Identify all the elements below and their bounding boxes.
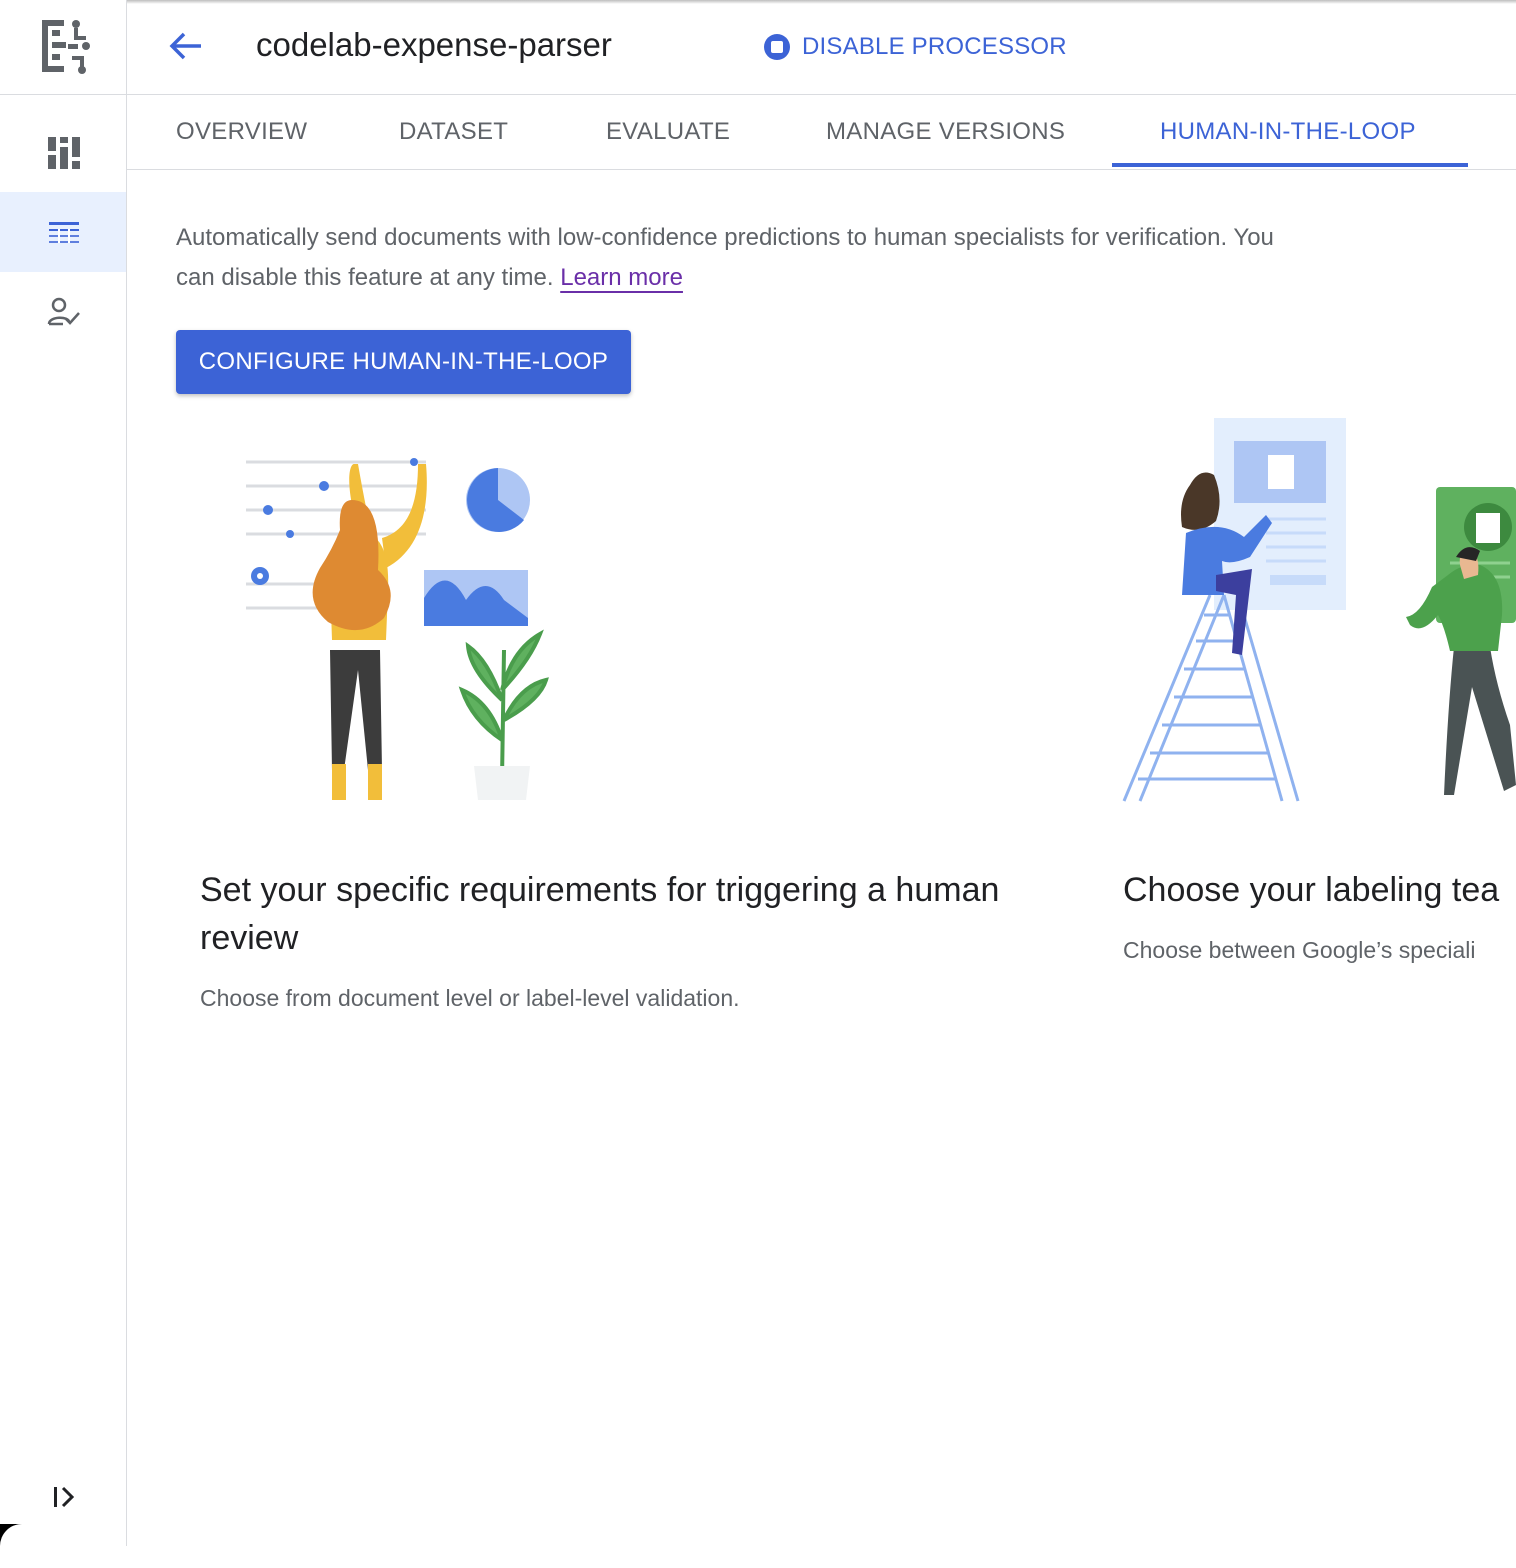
page-header: codelab-expense-parser DISABLE PROCESSOR: [127, 0, 1516, 95]
rail-item-dashboard[interactable]: [0, 112, 126, 192]
description-text: Automatically send documents with low-co…: [176, 224, 1274, 291]
requirements-illustration: [246, 458, 549, 800]
tab-human-in-the-loop[interactable]: HUMAN-IN-THE-LOOP: [1160, 95, 1416, 169]
rail-header: [0, 0, 126, 95]
disable-processor-label: DISABLE PROCESSOR: [802, 33, 1067, 60]
window-corner: [0, 1524, 44, 1568]
active-tab-indicator: [1112, 163, 1468, 167]
learn-more-link[interactable]: Learn more: [560, 264, 683, 291]
dashboard-icon: [48, 137, 80, 169]
disable-processor-button[interactable]: DISABLE PROCESSOR: [762, 30, 1067, 64]
card-subtitle-requirements: Choose from document level or label-leve…: [200, 985, 740, 1011]
tab-manage-versions[interactable]: MANAGE VERSIONS: [826, 95, 1065, 169]
left-nav-rail: [0, 0, 127, 1546]
labeling-team-illustration: [1122, 418, 1516, 802]
rail-item-reviewers[interactable]: [0, 272, 126, 352]
arrow-back-icon[interactable]: [165, 26, 205, 66]
expand-rail-icon[interactable]: [51, 1484, 79, 1510]
stop-circle-icon: [764, 34, 790, 60]
configure-hitl-button[interactable]: CONFIGURE HUMAN-IN-THE-LOOP: [176, 330, 631, 394]
hitl-description: Automatically send documents with low-co…: [176, 218, 1276, 298]
page-title: codelab-expense-parser: [256, 26, 612, 63]
rail-item-table[interactable]: [0, 192, 126, 272]
person-check-icon: [47, 297, 80, 326]
tab-evaluate[interactable]: EVALUATE: [606, 95, 730, 169]
tab-dataset[interactable]: DATASET: [399, 95, 508, 169]
card-subtitle-labeling-team: Choose between Google’s speciali: [1123, 937, 1476, 963]
card-title-labeling-team: Choose your labeling tea: [1123, 871, 1500, 909]
document-ai-icon: [42, 20, 90, 74]
tab-overview[interactable]: OVERVIEW: [176, 95, 307, 169]
card-title-requirements: Set your specific requirements for trigg…: [200, 871, 1000, 957]
tab-bar: OVERVIEW DATASET EVALUATE MANAGE VERSION…: [127, 95, 1516, 170]
table-icon: [49, 222, 79, 243]
